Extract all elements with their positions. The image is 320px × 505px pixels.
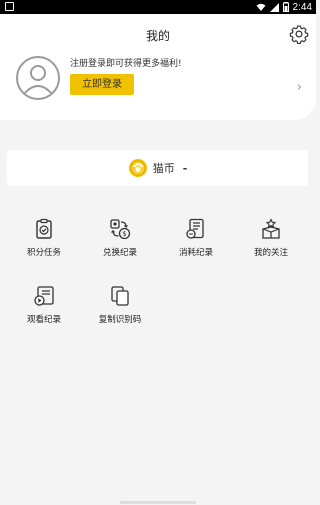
menu-item-label: 消耗纪录 [178, 248, 213, 258]
profile-header: 我的 注册登录即可获得更多福利! 立即登录 › [0, 14, 316, 120]
signal-icon [269, 2, 279, 12]
menu-item-label: 我的关注 [253, 248, 288, 258]
clipboard-check-icon [36, 218, 52, 239]
wifi-icon [256, 3, 266, 11]
gear-icon[interactable] [289, 24, 309, 44]
home-indicator[interactable] [120, 501, 196, 504]
notification-icon [5, 2, 14, 11]
menu-item-label: 观看纪录 [26, 315, 61, 325]
coins-card[interactable]: 猫币 - [7, 150, 308, 186]
menu-item-copy-id[interactable]: 复制识别码 [90, 285, 150, 325]
status-time: 2:44 [292, 1, 312, 13]
coins-label: 猫币 [152, 162, 175, 175]
menu-item-label: 兑换纪录 [102, 248, 137, 258]
menu-item-label: 复制识别码 [98, 315, 142, 325]
chevron-right-icon[interactable]: › [297, 80, 302, 95]
exchange-icon: $ [110, 219, 131, 240]
login-button[interactable]: 立即登录 [70, 74, 134, 95]
menu-item-consumption-records[interactable]: 消耗纪录 [166, 218, 226, 258]
coin-icon [128, 159, 147, 177]
receipt-icon [186, 218, 204, 239]
svg-text:$: $ [122, 230, 126, 238]
avatar[interactable] [16, 56, 60, 100]
status-bar: 2:44 [0, 0, 316, 14]
menu-item-watch-history[interactable]: 观看纪录 [14, 285, 74, 325]
copy-icon [111, 286, 129, 306]
gift-box-icon [262, 218, 280, 239]
play-history-icon [34, 286, 54, 306]
coins-value: - [182, 161, 188, 175]
menu-item-points-tasks[interactable]: 积分任务 [14, 218, 74, 258]
promo-text: 注册登录即可获得更多福利! [70, 59, 182, 69]
page-title: 我的 [145, 29, 170, 43]
menu-item-label: 积分任务 [26, 248, 61, 258]
user-avatar-icon [23, 65, 53, 95]
menu-item-exchange-records[interactable]: $ 兑换纪录 [90, 218, 150, 258]
battery-icon [282, 2, 289, 12]
menu-item-my-follows[interactable]: 我的关注 [241, 218, 301, 258]
